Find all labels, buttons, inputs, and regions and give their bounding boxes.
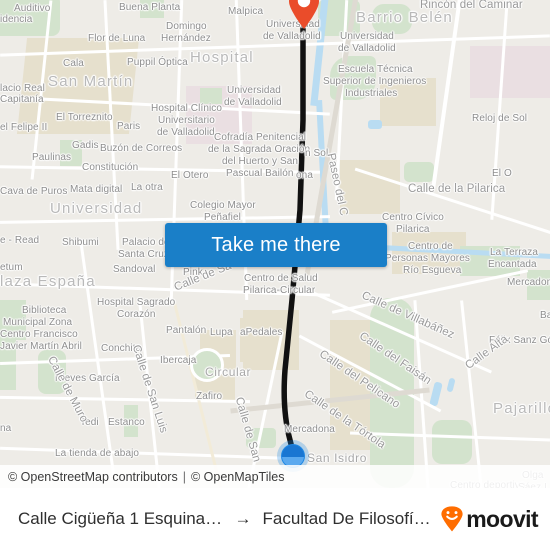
trip-footer: Calle Cigüeña 1 Esquina S... → Facultad … <box>0 488 550 550</box>
trip-origin[interactable]: Calle Cigüeña 1 Esquina S... <box>18 509 223 529</box>
arrow-right-icon: → <box>234 509 252 528</box>
attribution-separator: | <box>182 469 186 484</box>
attribution-osm[interactable]: © OpenStreetMap contributors <box>8 470 178 484</box>
map-pin-icon[interactable] <box>287 0 321 30</box>
moovit-pin-smile-icon <box>441 506 463 532</box>
take-me-there-button[interactable]: Take me there <box>165 223 387 267</box>
moovit-trip-screen: Auditivo idencia Buena Planta Flor de Luna D… <box>0 0 550 550</box>
attribution-maptiles[interactable]: © OpenMapTiles <box>191 470 285 484</box>
map-canvas[interactable]: Auditivo idencia Buena Planta Flor de Luna D… <box>0 0 550 488</box>
trip-destination[interactable]: Facultad De Filosofía ... <box>262 509 432 529</box>
map-attribution: © OpenStreetMap contributors | © OpenMap… <box>0 465 550 488</box>
moovit-wordmark: moovit <box>466 505 538 532</box>
moovit-logo[interactable]: moovit <box>440 505 539 533</box>
trip-summary[interactable]: Calle Cigüeña 1 Esquina S... → Facultad … <box>18 509 432 529</box>
